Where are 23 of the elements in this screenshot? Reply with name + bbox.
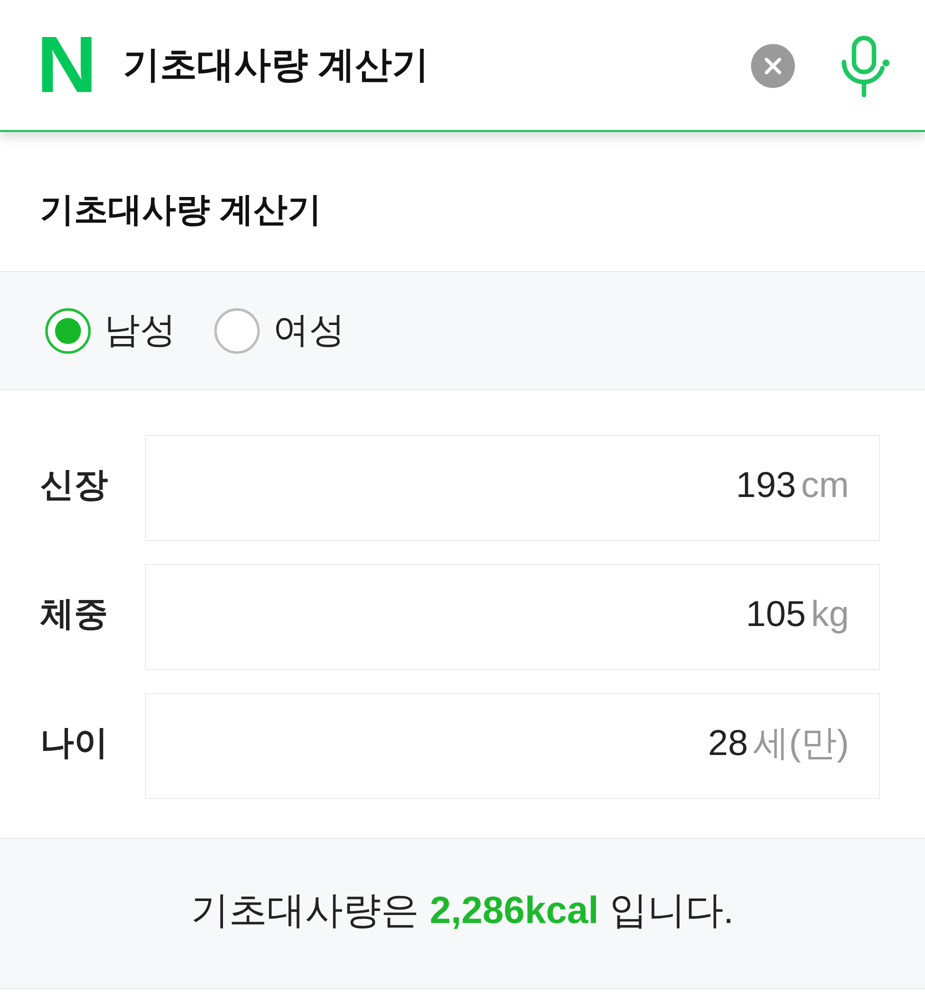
unit-label: cm	[801, 464, 849, 506]
clear-button[interactable]	[751, 44, 795, 88]
radio-icon[interactable]	[45, 308, 91, 354]
input-field[interactable]: 28세(만)	[145, 693, 880, 799]
input-field[interactable]: 193 cm	[145, 435, 880, 541]
field-value: 105	[746, 593, 806, 635]
voice-search-button[interactable]	[840, 36, 890, 98]
microphone-icon	[840, 36, 890, 98]
field-label: 신장	[40, 465, 109, 506]
gender-radio[interactable]: 남성	[45, 306, 176, 355]
result-text: 기초대사량은 2,286kcal 입니다.	[191, 889, 734, 934]
unit-label: 세(만)	[753, 720, 849, 764]
calculator-title: 기초대사량 계산기	[40, 190, 322, 230]
field-label: 나이	[40, 723, 109, 764]
radio-icon[interactable]	[214, 308, 260, 354]
field-label: 체중	[40, 594, 109, 635]
field-value: 28	[708, 722, 748, 764]
field-value: 193	[736, 464, 796, 506]
unit-label: kg	[810, 593, 849, 635]
search-query[interactable]: 기초대사량 계산기	[122, 40, 751, 90]
close-icon	[751, 44, 795, 88]
gender-radio[interactable]: 여성	[214, 306, 345, 355]
input-field[interactable]: 105 kg	[145, 564, 880, 670]
